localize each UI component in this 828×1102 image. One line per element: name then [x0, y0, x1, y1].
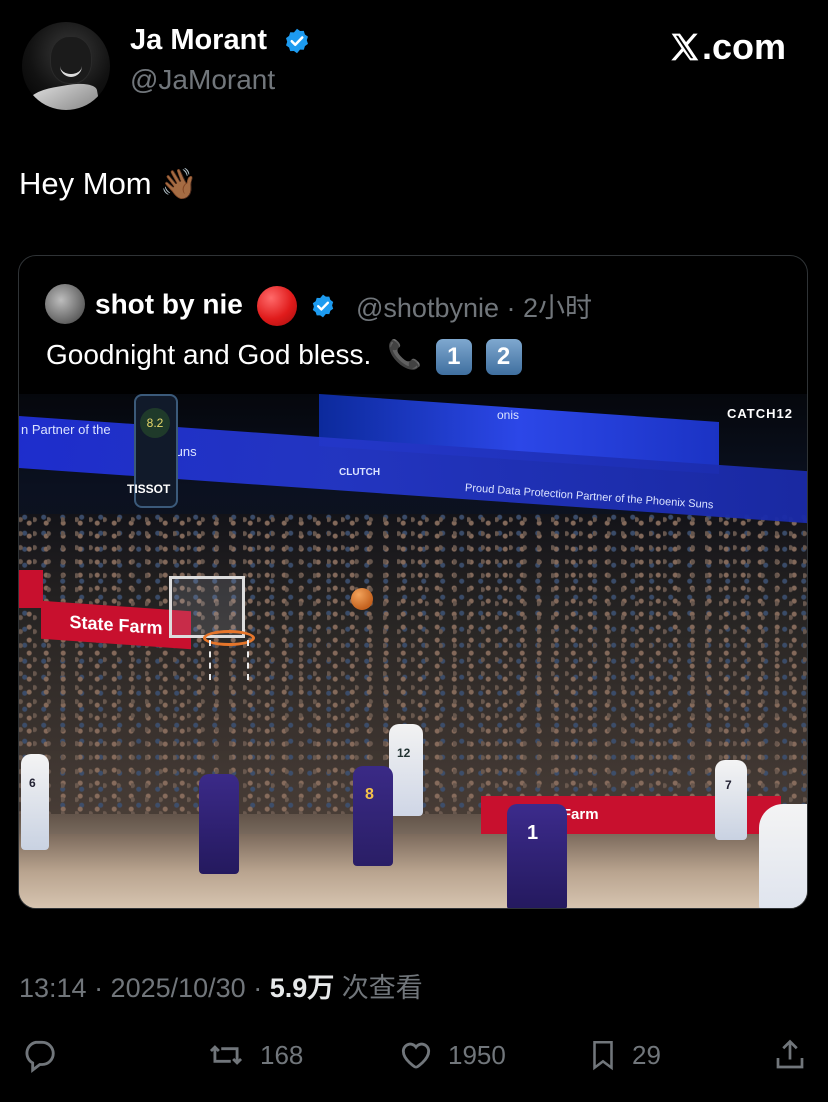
author-handle[interactable]: @JaMorant: [130, 64, 275, 96]
bookmark-button[interactable]: 29: [586, 1036, 661, 1074]
verified-badge-icon: [313, 294, 334, 318]
red-side-sign: [19, 570, 43, 608]
retweet-icon: [209, 1045, 243, 1065]
player-left-purple: [199, 774, 239, 874]
author-avatar[interactable]: [22, 22, 110, 110]
player-booker: [507, 804, 567, 908]
quoted-body: Goodnight and God bless.: [46, 339, 372, 370]
player-defender-8: [353, 766, 393, 866]
view-count: 5.9万: [269, 973, 335, 1003]
bookmark-count: 29: [632, 1039, 661, 1070]
quoted-name[interactable]: shot by nie: [95, 288, 243, 319]
player-left-6: [21, 754, 49, 850]
backboard: [169, 576, 245, 638]
player-right-foreground: [759, 804, 807, 908]
keycap-two: 2: [485, 338, 522, 375]
court-floor: [19, 834, 807, 908]
quoted-text: Goodnight and God bless. 📞 1 2: [46, 338, 522, 375]
watermark-overlay: [270, 1068, 560, 1098]
quoted-tweet-card[interactable]: shot by nie @shotbynie · 2小时 Goodnight a…: [18, 255, 808, 909]
red-circle-emoji: [256, 286, 297, 326]
banner-text-left: n Partner of the: [21, 422, 111, 437]
telephone-emoji: 📞: [387, 339, 422, 370]
share-icon: [776, 1039, 804, 1069]
tissot-logo: TISSOT: [127, 482, 171, 496]
tweet-body: Hey Mom: [19, 166, 152, 201]
author-name[interactable]: Ja Morant: [130, 24, 267, 56]
basketball: [351, 588, 373, 610]
hoop-net: [209, 640, 249, 680]
waving-hand-emoji: 👋🏾: [160, 168, 198, 201]
shot-clock: 8.2: [140, 408, 170, 438]
jersey-number-12: 12: [397, 746, 411, 760]
quoted-name-row[interactable]: shot by nie: [95, 286, 336, 326]
player-right-7: [715, 760, 747, 840]
jersey-number-1: 1: [527, 822, 539, 844]
banner-text-top: onis: [497, 408, 520, 422]
retweet-count: 168: [260, 1039, 304, 1070]
view-label: 次查看: [334, 973, 423, 1003]
jersey-number-8: 8: [365, 786, 374, 803]
jersey-number-7: 7: [725, 778, 732, 792]
quoted-photo[interactable]: onis n Partner of the Suns CLUTCH Proud …: [19, 394, 807, 908]
author-name-row[interactable]: Ja Morant: [130, 24, 311, 57]
avatar-shirt: [26, 80, 100, 110]
jersey-number-6: 6: [29, 776, 36, 790]
x-logo-icon: [671, 33, 699, 61]
bookmark-icon: [593, 1040, 613, 1071]
banner-text-clutch: CLUTCH: [339, 467, 381, 478]
quoted-avatar[interactable]: [45, 284, 85, 324]
photo-watermark: CATCH12: [727, 406, 793, 421]
share-button[interactable]: [772, 1036, 808, 1074]
tweet-timestamp[interactable]: 13:14 · 2025/10/30 ·: [19, 973, 270, 1003]
tweet-text: Hey Mom 👋🏾: [19, 166, 198, 202]
quoted-handle-time[interactable]: @shotbynie · 2小时: [356, 286, 592, 325]
keycap-one: 1: [435, 338, 472, 375]
x-logo-text: .com: [702, 26, 787, 67]
reply-icon: [25, 1040, 55, 1073]
player-shooter: [389, 724, 423, 816]
x-logo: .com: [668, 26, 786, 68]
tweet-meta: 13:14 · 2025/10/30 · 5.9万 次查看: [19, 966, 423, 1005]
verified-badge-icon: [286, 29, 309, 54]
like-count: 1950: [448, 1039, 506, 1070]
reply-button[interactable]: [20, 1036, 58, 1074]
